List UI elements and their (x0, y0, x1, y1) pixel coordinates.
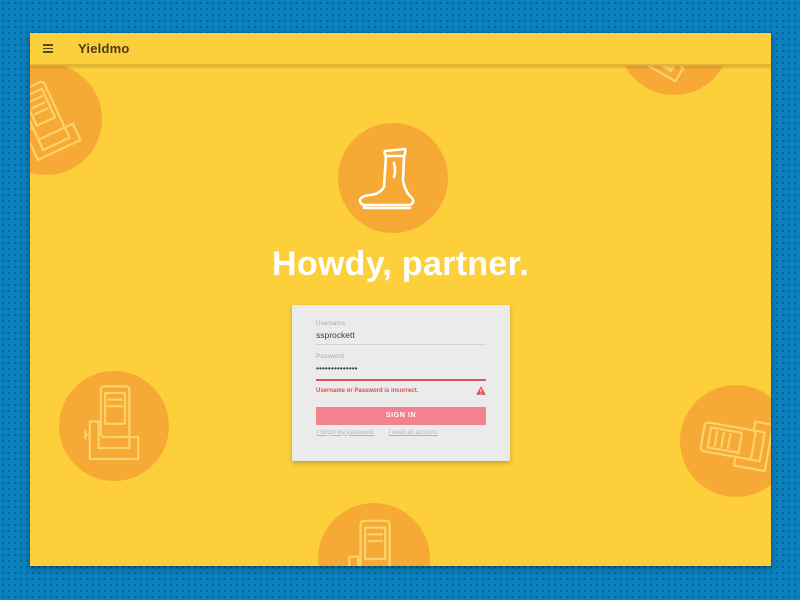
auth-links: I forgot my password. I need an account. (316, 430, 486, 436)
app-window: Yieldmo Howdy, partner. Username ssprock… (30, 33, 771, 566)
forgot-password-link[interactable]: I forgot my password. (317, 430, 374, 436)
username-field[interactable]: Username ssprockett (316, 321, 486, 345)
password-label: Password (316, 354, 344, 360)
error-message-row: Username or Password is incorrect. (316, 385, 486, 397)
app-title: Yieldmo (78, 41, 130, 56)
error-message: Username or Password is incorrect. (316, 387, 419, 394)
need-account-link[interactable]: I need an account. (389, 430, 438, 436)
password-input[interactable]: •••••••••••••• (316, 363, 486, 374)
phone-device-icon (318, 503, 430, 566)
password-underline-error (316, 379, 486, 381)
username-label: Username (316, 321, 346, 327)
cowboy-boot-icon (338, 123, 448, 233)
welcome-headline: Howdy, partner. (271, 245, 530, 283)
phone-device-icon (680, 385, 771, 497)
warning-icon (476, 386, 486, 395)
hamburger-menu-icon[interactable] (43, 42, 61, 56)
phone-device-icon (30, 63, 102, 175)
password-field[interactable]: Password •••••••••••••• (316, 354, 486, 381)
top-app-bar: Yieldmo (30, 33, 771, 66)
login-card: Username ssprockett Password •••••••••••… (292, 305, 510, 461)
username-input[interactable]: ssprockett (316, 330, 486, 341)
username-underline (316, 344, 486, 345)
phone-device-icon (59, 371, 169, 481)
sign-in-button[interactable]: SIGN IN (316, 406, 486, 425)
